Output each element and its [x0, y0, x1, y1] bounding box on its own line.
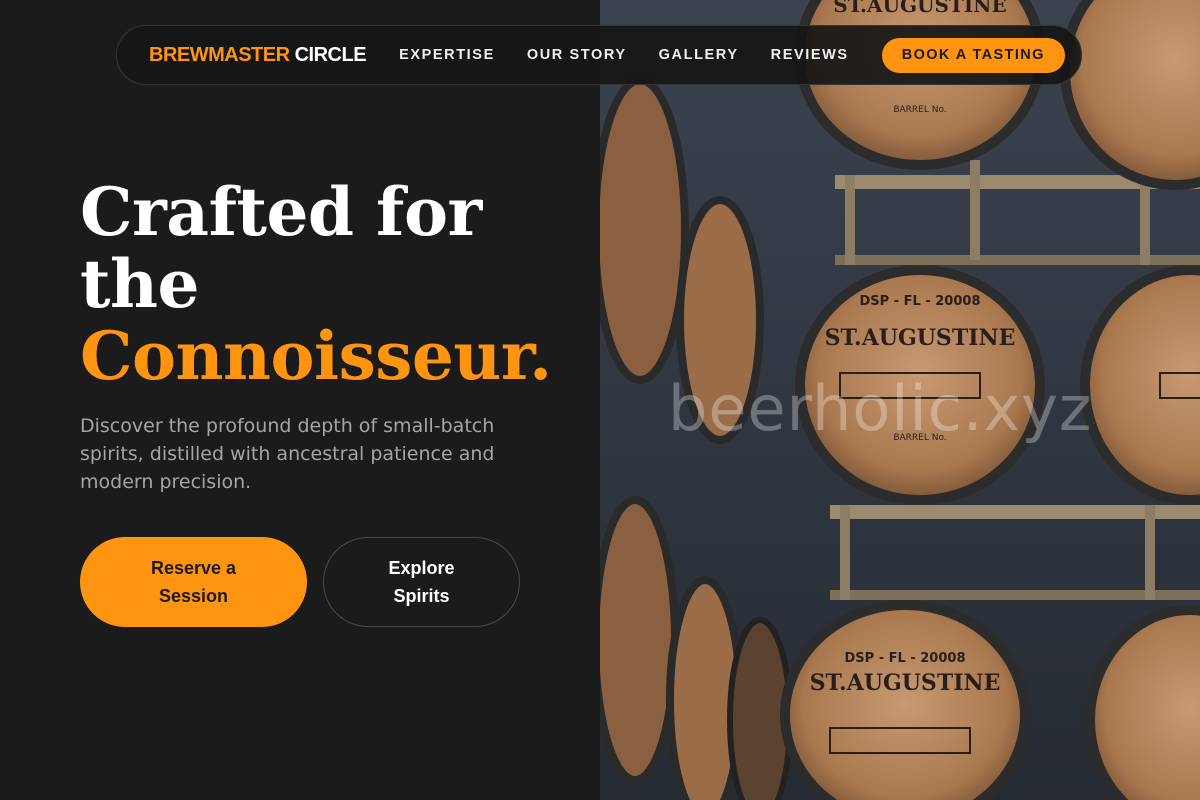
headline-accent: Connoisseur.: [80, 317, 552, 395]
headline-line-1: Crafted for: [80, 173, 482, 251]
brand-name-part2: CIRCLE: [294, 43, 367, 66]
hero-image-barrels: ST.AUGUSTINE ST.AUGUSTINE ST.AUGUSTINE D…: [600, 0, 1200, 800]
watermark-text: beerholic.xyz: [668, 372, 1093, 445]
book-tasting-button[interactable]: BOOK A TASTING: [881, 37, 1065, 73]
top-navbar: BREWMASTER CIRCLE EXPERTISE OUR STORY GA…: [116, 25, 1082, 85]
nav-link-gallery[interactable]: GALLERY: [659, 47, 739, 63]
reserve-session-button[interactable]: Reserve a Session: [80, 537, 307, 627]
nav-links: EXPERTISE OUR STORY GALLERY REVIEWS: [399, 47, 849, 63]
svg-text:ST.AUGUSTINE: ST.AUGUSTINE: [810, 670, 1001, 696]
brand-logo[interactable]: BREWMASTER CIRCLE: [149, 43, 367, 67]
hero-subtext: Discover the profound depth of small-bat…: [80, 415, 495, 493]
svg-text:DSP - FL - 20008: DSP - FL - 20008: [860, 294, 981, 309]
explore-spirits-button[interactable]: Explore Spirits: [323, 537, 520, 627]
headline-line-2: the: [80, 245, 199, 323]
nav-link-expertise[interactable]: EXPERTISE: [399, 47, 495, 63]
nav-link-reviews[interactable]: REVIEWS: [771, 47, 849, 63]
hero-headline: Crafted for the Connoisseur.: [80, 176, 552, 392]
svg-text:DSP - FL - 20008: DSP - FL - 20008: [845, 651, 966, 666]
svg-text:ST.AUGUSTINE: ST.AUGUSTINE: [825, 325, 1016, 351]
svg-text:ST.AUGUSTINE: ST.AUGUSTINE: [833, 0, 1006, 17]
svg-text:BARREL No.: BARREL No.: [893, 105, 946, 115]
brand-name-part1: BREWMASTER: [149, 43, 290, 66]
nav-link-our-story[interactable]: OUR STORY: [527, 47, 627, 63]
